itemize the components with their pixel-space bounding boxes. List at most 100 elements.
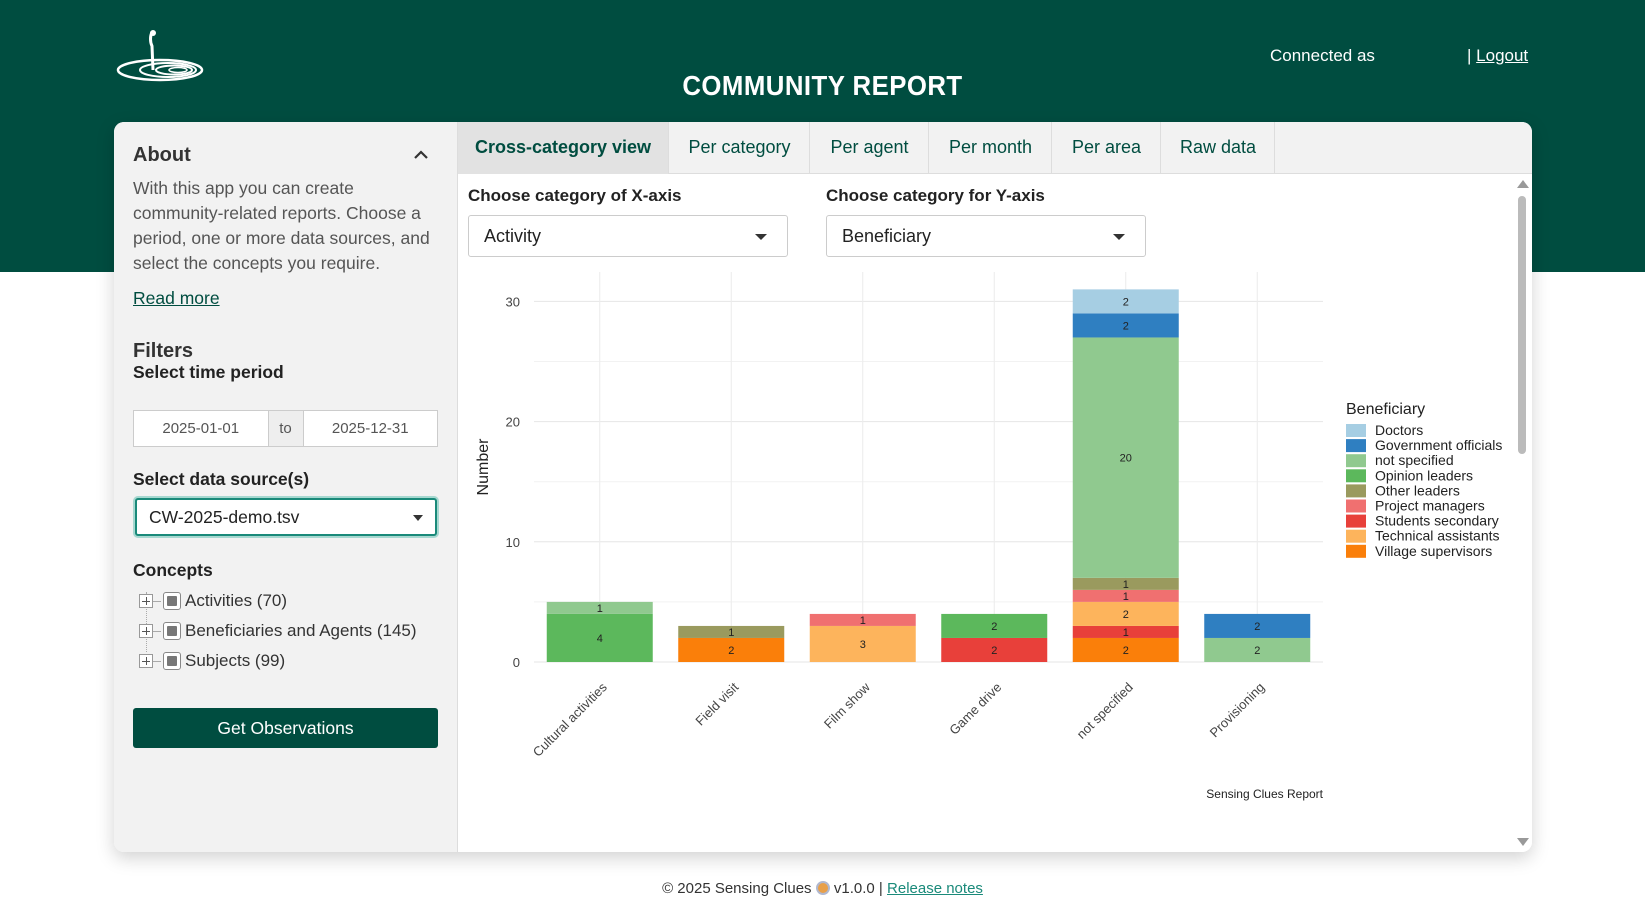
bar-value-label: 1: [728, 627, 734, 639]
legend-swatch: [1346, 454, 1366, 468]
version-badge-icon: [815, 881, 830, 895]
scrollbar[interactable]: [1512, 174, 1532, 852]
read-more-link[interactable]: Read more: [133, 288, 220, 309]
x-tick-label: Cultural activities: [530, 679, 610, 759]
date-end-input[interactable]: 2025-12-31: [304, 411, 438, 446]
about-text: With this app you can create community-r…: [133, 178, 430, 273]
legend-label: Opinion leaders: [1375, 467, 1473, 483]
bar-value-label: 3: [860, 639, 866, 651]
legend-label: Students secondary: [1375, 513, 1499, 529]
expand-plus-icon[interactable]: [139, 654, 153, 668]
bar-value-label: 2: [1123, 609, 1129, 621]
y-axis-choice-label: Choose category for Y-axis: [826, 186, 1045, 205]
data-source-label: Select data source(s): [133, 469, 310, 489]
concept-item-activities[interactable]: Activities (70): [133, 588, 287, 614]
y-axis-label: Number: [475, 438, 492, 496]
checkbox[interactable]: [163, 592, 181, 610]
concept-item-beneficiaries[interactable]: Beneficiaries and Agents (145): [133, 618, 417, 644]
bar-value-label: 4: [597, 633, 603, 645]
legend-label: Village supervisors: [1375, 543, 1492, 559]
x-tick-label: Provisioning: [1207, 680, 1268, 741]
legend-title: Beneficiary: [1346, 401, 1425, 418]
y-axis-select[interactable]: Beneficiary: [826, 215, 1146, 257]
legend-label: Doctors: [1375, 422, 1423, 438]
legend-label: Project managers: [1375, 498, 1485, 514]
x-axis-select[interactable]: Activity: [468, 215, 788, 257]
bar-value-label: 2: [991, 645, 997, 657]
bar-value-label: 2: [1123, 645, 1129, 657]
logout-separator: |: [1467, 46, 1472, 65]
bar-value-label: 2: [1254, 621, 1260, 633]
legend-swatch: [1346, 469, 1366, 483]
x-tick-label: not specified: [1074, 680, 1136, 742]
concepts-label: Concepts: [133, 560, 213, 580]
tab-per-area[interactable]: Per area: [1053, 122, 1161, 174]
data-source-value: CW-2025-demo.tsv: [149, 507, 300, 527]
y-axis-select-value: Beneficiary: [842, 226, 932, 246]
bar-value-label: 1: [860, 615, 866, 627]
chart-caption: Sensing Clues Report: [1206, 787, 1323, 801]
bar-value-label: 2: [1123, 320, 1129, 332]
legend-swatch: [1346, 439, 1366, 453]
version-text: v1.0.0 |: [833, 880, 883, 897]
y-tick-label: 10: [506, 535, 520, 550]
release-notes-link[interactable]: Release notes: [887, 880, 983, 897]
chevron-up-icon[interactable]: [410, 144, 432, 166]
time-period-label: Select time period: [133, 362, 284, 382]
legend-swatch: [1346, 529, 1366, 543]
logout-link[interactable]: Logout: [1476, 46, 1528, 65]
tab-cross-category[interactable]: Cross-category view: [458, 122, 669, 174]
bar-value-label: 1: [597, 603, 603, 615]
tab-raw-data[interactable]: Raw data: [1162, 122, 1275, 174]
footer: © 2025 Sensing Clues v1.0.0 | Release no…: [0, 880, 1645, 897]
expand-plus-icon[interactable]: [139, 624, 153, 638]
checkbox[interactable]: [163, 652, 181, 670]
x-tick-label: Film show: [821, 679, 873, 731]
legend-swatch: [1346, 544, 1366, 558]
bar-value-label: 2: [1254, 645, 1260, 657]
sidebar: About With this app you can create commu…: [114, 122, 458, 852]
legend-label: not specified: [1375, 452, 1454, 468]
caret-down-icon: [413, 515, 423, 521]
bar-value-label: 2: [728, 645, 734, 657]
concept-label: Subjects (99): [185, 651, 286, 670]
expand-plus-icon[interactable]: [139, 594, 153, 608]
checkbox[interactable]: [163, 622, 181, 640]
caret-down-icon: [755, 234, 767, 240]
concept-label: Beneficiaries and Agents (145): [185, 621, 417, 640]
x-tick-label: Game drive: [946, 680, 1004, 738]
scroll-down-arrow-icon[interactable]: [1517, 838, 1529, 846]
scroll-thumb[interactable]: [1518, 196, 1526, 454]
date-range: 2025-01-01 to 2025-12-31: [133, 410, 438, 447]
bar-value-label: 1: [1123, 627, 1129, 639]
stacked-bar-chart: 0 10 20 30 Number 4 1 Cultural activities 2 1 Fiel…: [475, 272, 1502, 801]
legend-swatch: [1346, 514, 1366, 528]
caret-down-icon: [1113, 234, 1125, 240]
data-source-select[interactable]: CW-2025-demo.tsv: [135, 498, 437, 536]
date-separator: to: [267, 411, 304, 446]
about-title: About: [133, 144, 191, 166]
y-tick-label: 0: [513, 655, 520, 670]
tab-per-month[interactable]: Per month: [930, 122, 1052, 174]
bar-value-label: 1: [1123, 591, 1129, 603]
concept-item-subjects[interactable]: Subjects (99): [133, 648, 285, 674]
bar-value-label: 20: [1120, 453, 1132, 465]
y-tick-label: 30: [506, 294, 520, 309]
tab-per-category[interactable]: Per category: [670, 122, 810, 174]
bar-value-label: 2: [1123, 296, 1129, 308]
connected-as-label: Connected as: [1270, 46, 1375, 65]
bar-value-label: 2: [991, 621, 997, 633]
scroll-up-arrow-icon[interactable]: [1517, 180, 1529, 188]
filters-title: Filters: [133, 340, 194, 362]
legend-label: Technical assistants: [1375, 528, 1500, 544]
x-axis-choice-label: Choose category of X-axis: [468, 186, 682, 205]
legend-swatch: [1346, 424, 1366, 437]
tab-bar: Cross-category view Per category Per age…: [458, 122, 1532, 174]
page-title: COMMUNITY REPORT: [682, 70, 963, 101]
get-observations-button[interactable]: Get Observations: [133, 708, 438, 748]
date-start-input[interactable]: 2025-01-01: [134, 411, 268, 446]
x-tick-label: Field visit: [692, 679, 741, 728]
tab-per-agent[interactable]: Per agent: [811, 122, 929, 174]
x-axis-select-value: Activity: [484, 226, 542, 246]
legend-swatch: [1346, 484, 1366, 498]
